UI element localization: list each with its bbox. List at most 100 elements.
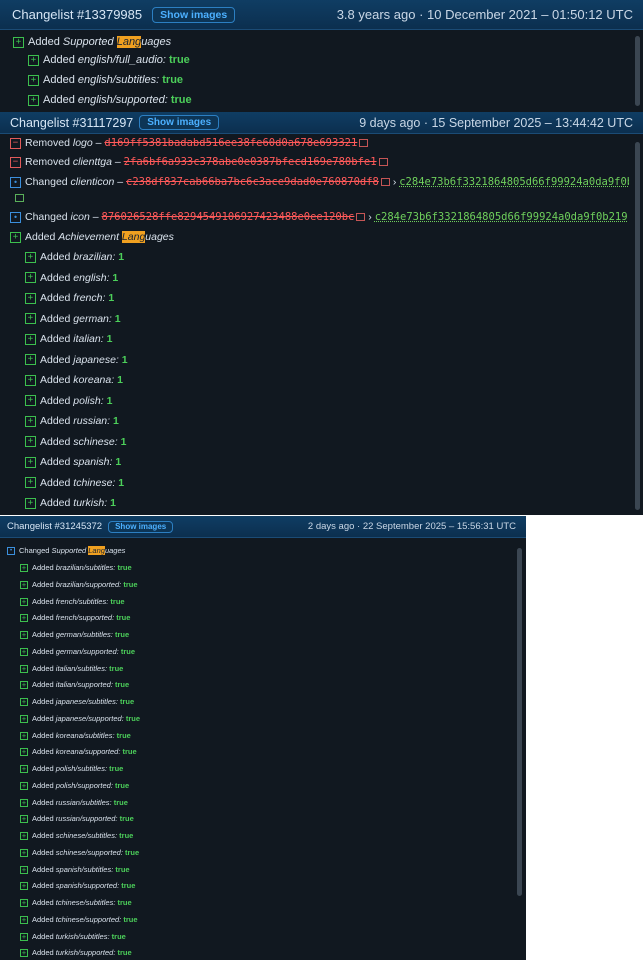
language-key: schinese: xyxy=(73,435,118,448)
logo-old-hash[interactable]: d169ff5381badabd516ee38fe60d0a678e693321 xyxy=(104,137,357,149)
added-label: Added xyxy=(32,630,54,639)
language-key: japanese: xyxy=(73,353,119,366)
added-language-row: + Added schinese: 1 xyxy=(25,435,629,449)
added-label: Added xyxy=(32,730,54,740)
plus-square-icon: + xyxy=(28,54,39,66)
property-key: turkish/subtitles: xyxy=(55,931,110,941)
added-label: Added xyxy=(43,94,75,106)
property-key: english/supported: xyxy=(77,94,168,106)
plus-square-icon: + xyxy=(20,631,28,640)
added-row: + Added tchinese/supported: true xyxy=(20,914,512,925)
added-achievement-languages-row: + Added Achievement Languages xyxy=(10,230,629,244)
plus-square-icon: + xyxy=(20,731,28,740)
added-label: Added xyxy=(32,914,54,924)
changed-label: Changed xyxy=(25,176,68,188)
added-language-row: + Added russian: 1 xyxy=(25,414,629,428)
clienticon-old-hash[interactable]: c238df837cab66ba7bc6c3ace9dad0e760870df8 xyxy=(126,176,379,188)
scrollbar[interactable] xyxy=(635,142,640,510)
property-value: true xyxy=(115,630,130,639)
language-value: 1 xyxy=(117,374,123,386)
language-value: 1 xyxy=(112,415,119,427)
property-key: brazilian/supported: xyxy=(55,579,122,589)
plus-square-icon: + xyxy=(20,647,28,656)
plus-square-icon: + xyxy=(20,798,28,807)
image-icon[interactable] xyxy=(356,213,366,222)
property-value: true xyxy=(109,663,124,673)
plus-square-icon: + xyxy=(20,698,28,707)
show-images-button[interactable]: Show images xyxy=(152,6,236,23)
dot-square-icon: • xyxy=(10,211,21,223)
achievement-key-suffix: uages xyxy=(145,231,174,243)
property-key: english/full_audio: xyxy=(77,54,166,66)
show-images-button[interactable]: Show images xyxy=(108,520,174,533)
clienttga-key: clienttga xyxy=(72,156,112,168)
changed-clienticon-row: • Changed clienticon – c238df837cab66ba7b… xyxy=(10,175,629,189)
plus-square-icon: + xyxy=(28,74,39,86)
plus-square-icon: + xyxy=(13,36,24,48)
added-label: Added xyxy=(32,596,54,606)
plus-square-icon: + xyxy=(28,94,39,106)
added-language-row: + Added french: 1 xyxy=(25,291,629,305)
plus-square-icon: + xyxy=(25,497,36,509)
property-value: true xyxy=(117,898,132,907)
clienticon-new-hash[interactable]: c284e73b6f3321864805d66f99924a0da9f0b219 xyxy=(399,176,629,188)
added-row: + Added russian/supported: true xyxy=(20,813,512,824)
scrollbar[interactable] xyxy=(517,548,522,896)
property-key: tchinese/subtitles: xyxy=(55,898,116,907)
plus-square-icon: + xyxy=(20,915,28,924)
clienttga-old-hash[interactable]: 2fa6bf6a933c378abe0e0387bfecd169e780bfe1 xyxy=(124,156,377,168)
image-icon[interactable] xyxy=(378,158,388,167)
added-language-row: + Added turkish: 1 xyxy=(25,496,629,510)
property-key: brazilian/subtitles: xyxy=(55,563,116,572)
added-label: Added xyxy=(40,333,71,345)
added-label: Added xyxy=(32,613,54,623)
icon-new-hash[interactable]: c284e73b6f3321864805d66f99924a0da9f0b219 xyxy=(375,211,628,223)
added-row: + Added english/subtitles: true xyxy=(28,73,629,87)
added-label: Added xyxy=(32,814,54,824)
image-icon[interactable] xyxy=(380,178,390,187)
property-value: true xyxy=(120,646,136,656)
plus-square-icon: + xyxy=(20,580,28,589)
added-label: Added xyxy=(32,646,54,656)
added-row: + Added turkish/supported: true xyxy=(20,947,512,958)
plus-square-icon: + xyxy=(20,714,28,723)
removed-logo-row: − Removed logo – d169ff5381badabd516ee38f… xyxy=(10,136,629,150)
added-label: Added xyxy=(32,831,54,840)
added-row: + Added Supported Languages xyxy=(13,35,629,49)
added-label: Added xyxy=(28,36,60,48)
property-key: japanese/subtitles: xyxy=(55,697,118,706)
search-highlight: Lang xyxy=(116,36,142,48)
scrollbar[interactable] xyxy=(635,36,640,106)
added-label: Added xyxy=(40,394,71,407)
added-label: Added xyxy=(40,353,71,366)
property-key: russian/supported: xyxy=(55,814,118,824)
property-value: true xyxy=(116,613,131,623)
image-icon[interactable] xyxy=(359,139,369,148)
added-label: Added xyxy=(32,898,54,907)
icon-old-hash[interactable]: 876026528ffe8294549106927423488e0ee120bc xyxy=(102,211,355,223)
image-icon[interactable] xyxy=(15,194,24,203)
added-language-row: + Added spanish: 1 xyxy=(25,455,629,469)
changelist-title: Changelist #31245372 xyxy=(7,521,103,532)
property-key: polish/supported: xyxy=(55,780,113,790)
removed-label: Removed xyxy=(25,156,70,168)
changelist-header: Changelist #31245372 Show images 2 days … xyxy=(0,516,526,538)
plus-square-icon: + xyxy=(25,313,36,325)
language-key: polish: xyxy=(73,394,104,407)
changelist-body: + Added Supported Languages + Added english… xyxy=(0,30,643,112)
added-label: Added xyxy=(32,579,54,589)
added-label: Added xyxy=(32,948,54,958)
added-row: + Added polish/supported: true xyxy=(20,780,512,791)
added-row: + Added japanese/supported: true xyxy=(20,713,512,724)
changed-icon-row: • Changed icon – 876026528ffe829454910692… xyxy=(10,210,629,224)
show-images-button[interactable]: Show images xyxy=(139,115,220,130)
dash: – xyxy=(114,176,127,188)
property-key: schinese/supported: xyxy=(55,847,123,857)
plus-square-icon: + xyxy=(20,932,28,941)
language-key: italian: xyxy=(73,333,104,345)
language-value: 1 xyxy=(118,476,125,489)
property-value: true xyxy=(170,94,192,106)
language-key: turkish: xyxy=(73,497,108,509)
changelist-panel-31245372: Changelist #31245372 Show images 2 days … xyxy=(0,516,526,960)
added-language-row: + Added koreana: 1 xyxy=(25,373,629,387)
